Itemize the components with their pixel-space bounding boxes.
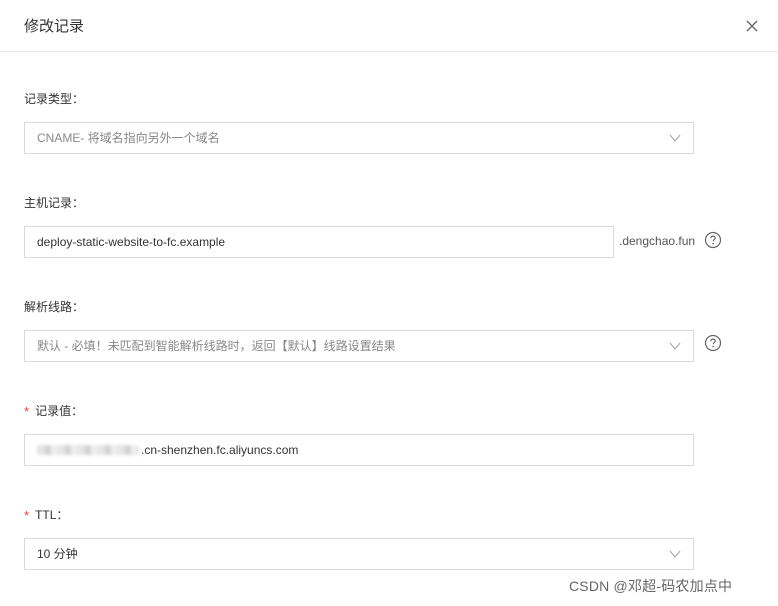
help-icon[interactable] (704, 231, 722, 249)
resolution-line-label: 解析线路： (24, 300, 85, 314)
record-value-input[interactable]: .cn-shenzhen.fc.aliyuncs.com (24, 434, 694, 466)
record-type-value: CNAME- 将域名指向另外一个域名 (37, 131, 220, 145)
domain-suffix: .dengchao.fun (619, 234, 696, 248)
dialog-header: 修改记录 (0, 0, 778, 52)
ttl-label: * TTL： (24, 506, 68, 523)
watermark: CSDN @邓超-码农加点中 (569, 578, 733, 594)
dialog-title: 修改记录 (24, 18, 85, 35)
required-mark: * (24, 404, 30, 419)
record-value-label-text: 记录值： (35, 404, 84, 418)
host-record-label: 主机记录： (24, 196, 85, 210)
close-icon[interactable] (742, 16, 762, 36)
host-record-value: deploy-static-website-to-fc.example (37, 235, 226, 249)
ttl-select[interactable]: 10 分钟 (24, 538, 694, 570)
chevron-down-icon (669, 342, 681, 350)
ttl-value: 10 分钟 (37, 547, 78, 561)
record-type-label: 记录类型： (24, 92, 85, 106)
record-value-label: * 记录值： (24, 402, 83, 419)
required-mark: * (24, 508, 30, 523)
record-type-select[interactable]: CNAME- 将域名指向另外一个域名 (24, 122, 694, 154)
host-record-input[interactable]: deploy-static-website-to-fc.example (24, 226, 614, 258)
help-icon[interactable] (704, 334, 722, 352)
chevron-down-icon (669, 550, 681, 558)
resolution-line-value: 默认 - 必填！未匹配到智能解析线路时，返回【默认】线路设置结果 (37, 339, 396, 353)
redacted-text (37, 444, 139, 455)
chevron-down-icon (669, 134, 681, 142)
record-value-text: .cn-shenzhen.fc.aliyuncs.com (141, 443, 299, 457)
resolution-line-select[interactable]: 默认 - 必填！未匹配到智能解析线路时，返回【默认】线路设置结果 (24, 330, 694, 362)
ttl-label-text: TTL： (35, 508, 69, 522)
